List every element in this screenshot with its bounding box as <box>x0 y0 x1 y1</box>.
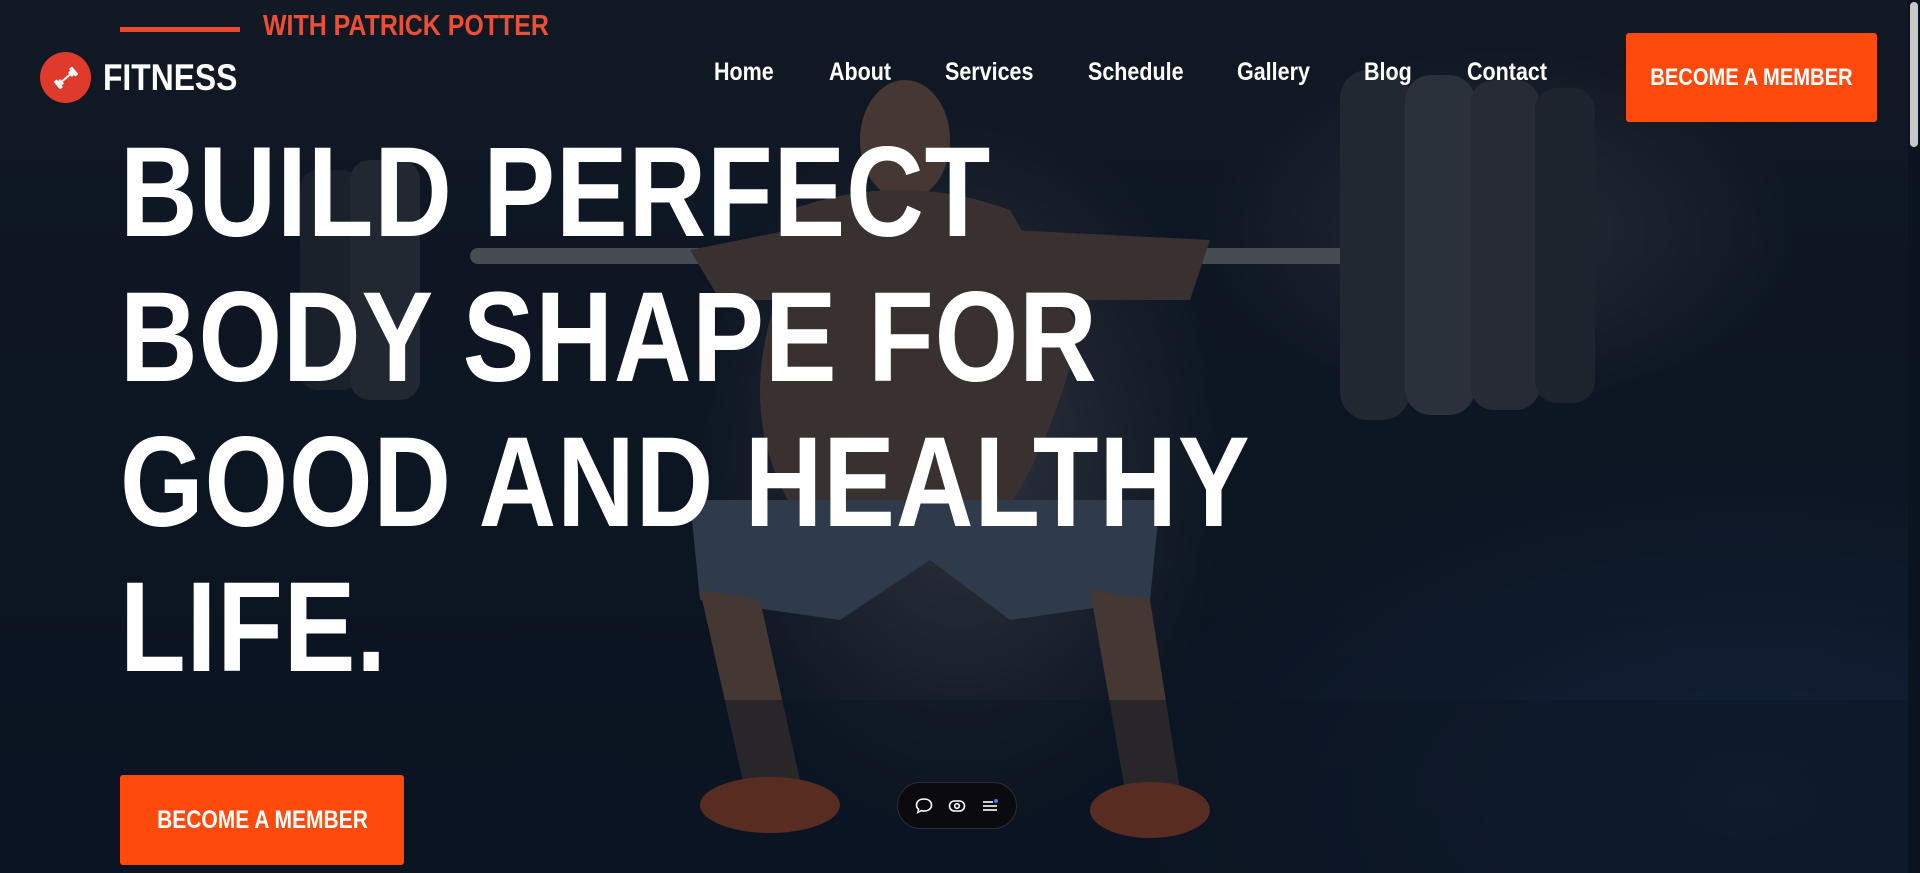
nav-services[interactable]: Services <box>945 58 1033 87</box>
hero-title: BUILD PERFECT BODY SHAPE FOR GOOD AND HE… <box>120 120 1466 700</box>
nav-blog[interactable]: Blog <box>1364 58 1412 87</box>
landing-page: WITH PATRICK POTTER FITNESS Home About S… <box>0 0 1920 873</box>
nav-about[interactable]: About <box>829 58 891 87</box>
hero-title-line: BUILD PERFECT <box>120 121 992 264</box>
hero-title-line: GOOD AND HEALTHY <box>120 411 1251 554</box>
logo-text: FITNESS <box>103 56 238 98</box>
scrollbar-thumb[interactable] <box>1910 2 1918 147</box>
page-scrollbar[interactable] <box>1908 0 1920 873</box>
site-logo[interactable]: FITNESS <box>40 52 259 103</box>
floating-toolbar <box>897 782 1017 829</box>
become-member-button-label: BECOME A MEMBER <box>156 805 368 834</box>
tagline: WITH PATRICK POTTER <box>263 10 549 42</box>
hero-title-line: BODY SHAPE FOR <box>120 266 1098 409</box>
eye-icon[interactable] <box>944 793 970 819</box>
nav-schedule[interactable]: Schedule <box>1088 58 1184 87</box>
become-member-button-label: BECOME A MEMBER <box>1650 63 1853 91</box>
become-member-button-hero[interactable]: BECOME A MEMBER <box>120 775 404 865</box>
chat-bubble-icon[interactable] <box>911 793 937 819</box>
nav-gallery[interactable]: Gallery <box>1237 58 1310 87</box>
become-member-button-header[interactable]: BECOME A MEMBER <box>1626 33 1877 122</box>
hero-title-line: LIFE. <box>120 556 388 699</box>
dumbbell-icon <box>40 52 91 103</box>
tagline-accent-line <box>120 27 240 32</box>
nav-contact[interactable]: Contact <box>1467 58 1547 87</box>
menu-list-icon[interactable] <box>977 793 1003 819</box>
nav-home[interactable]: Home <box>714 58 774 87</box>
